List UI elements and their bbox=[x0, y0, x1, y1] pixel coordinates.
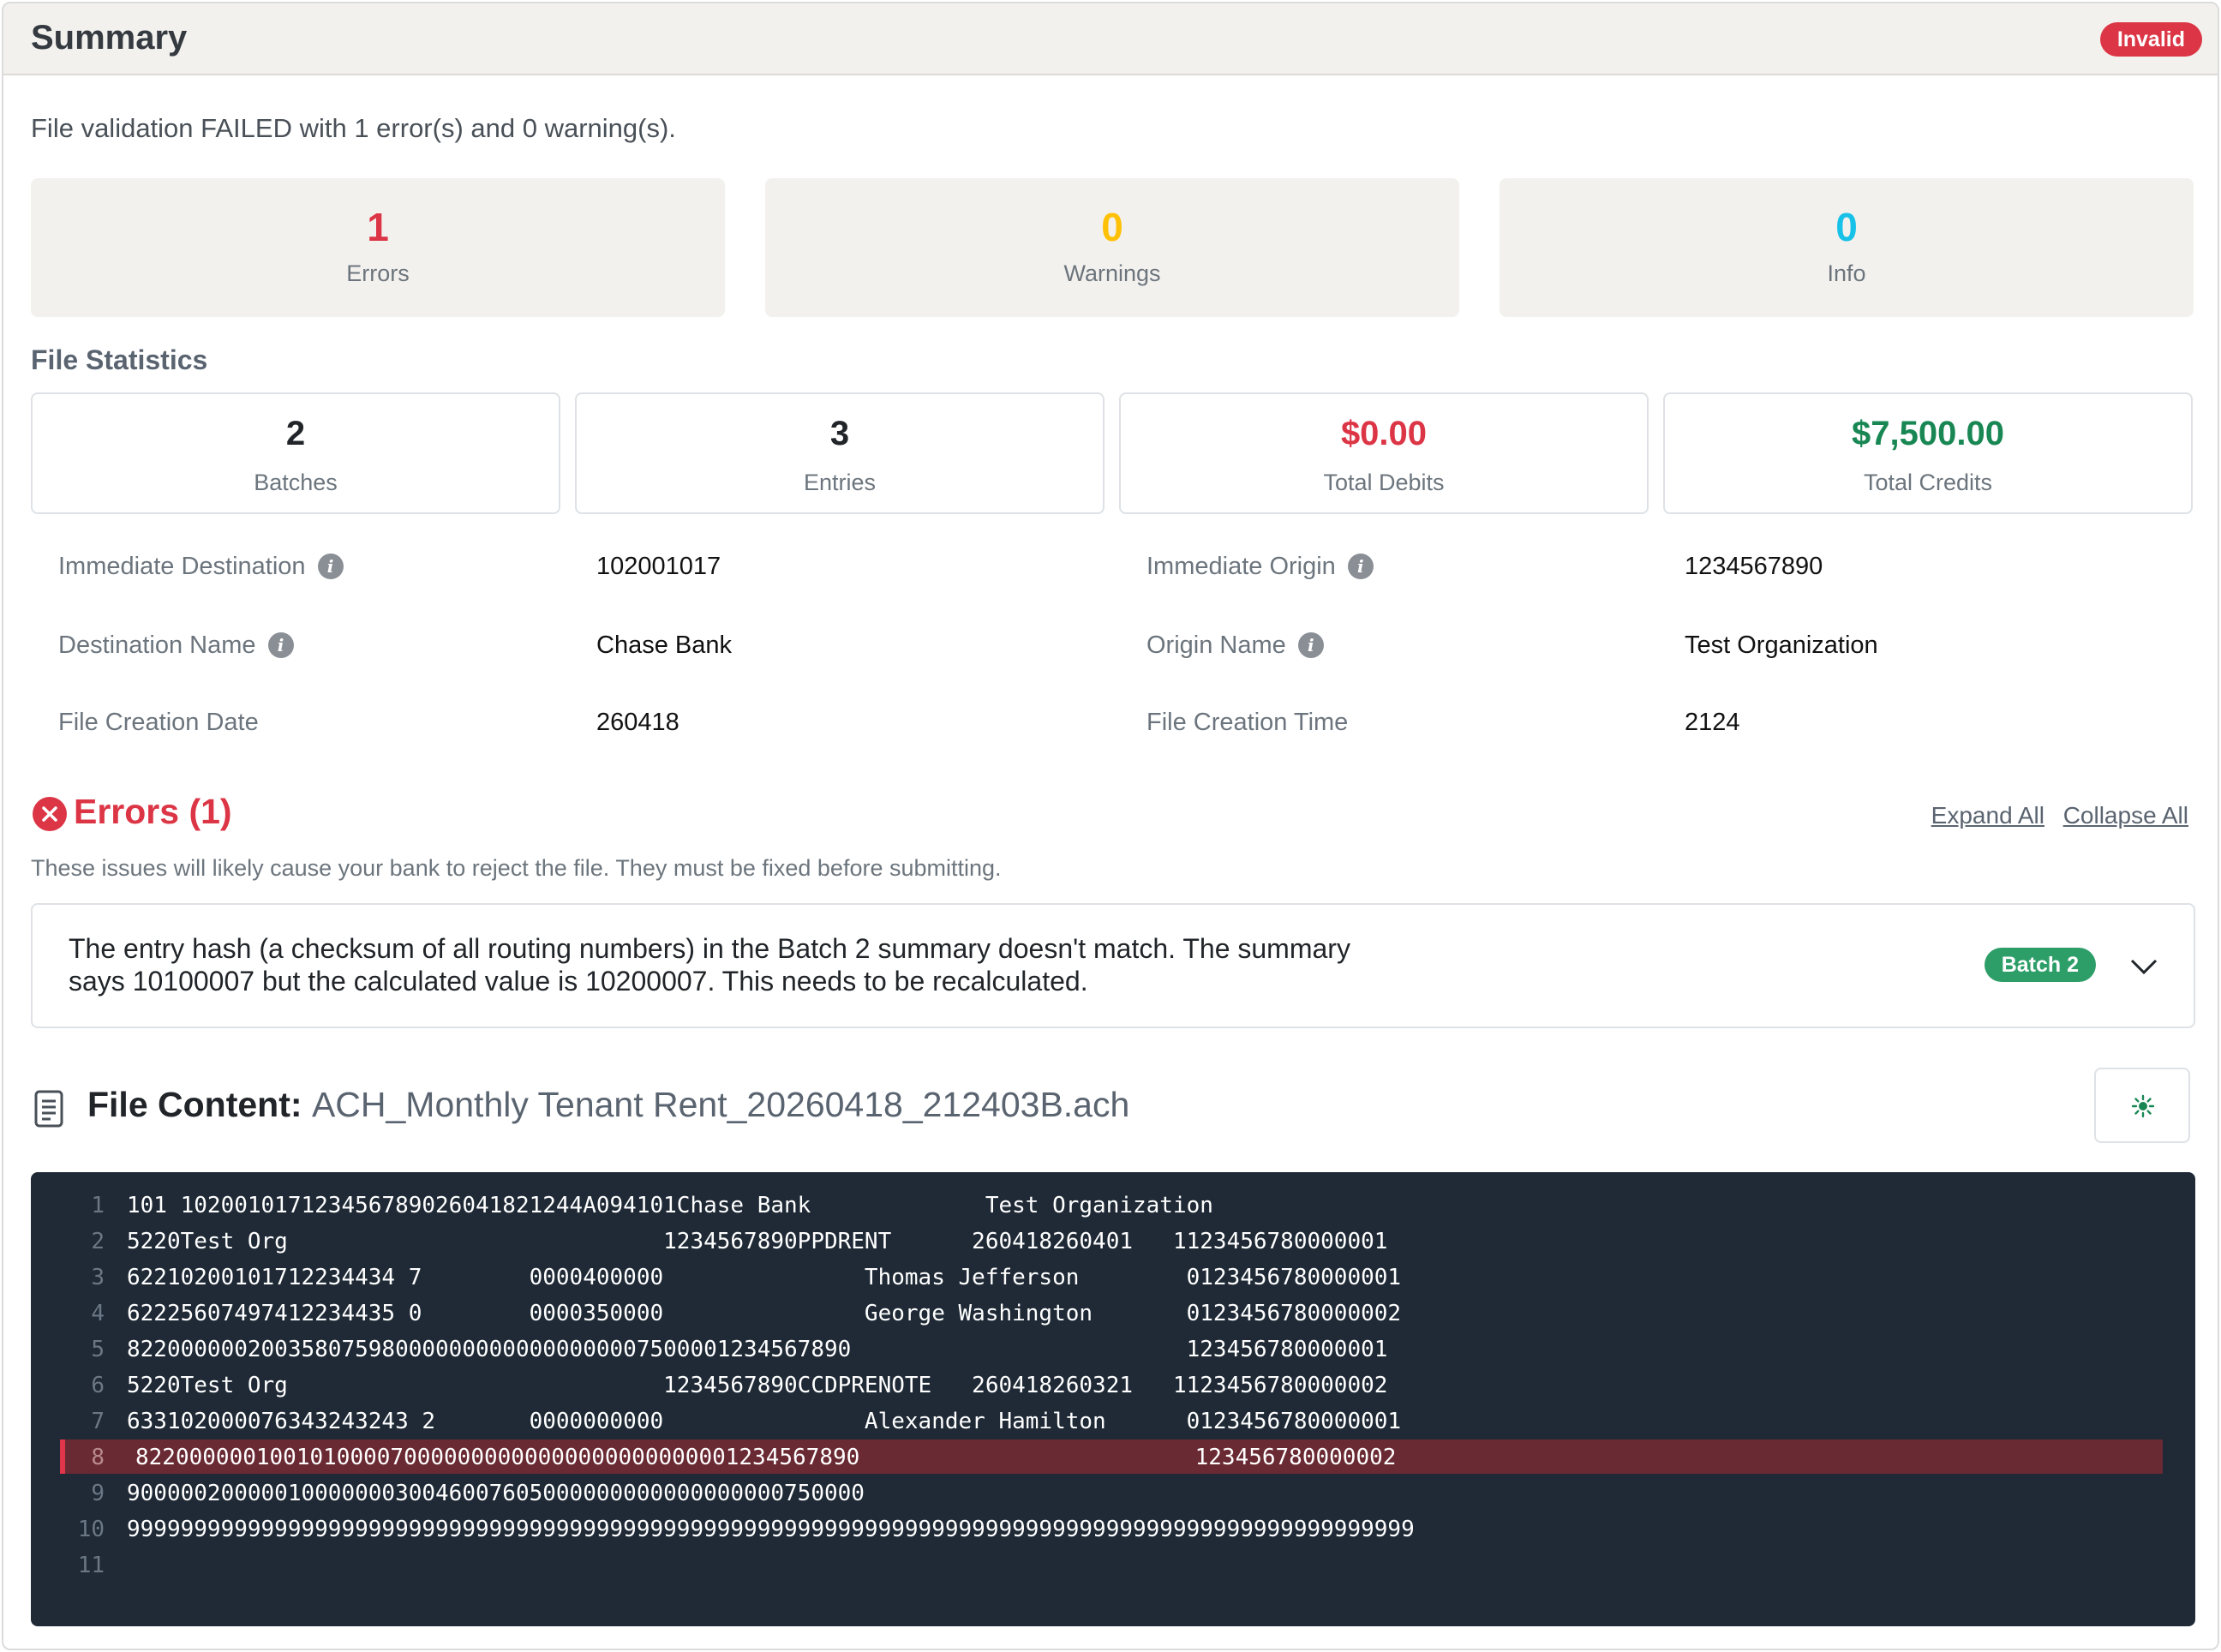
entries-value: 3 bbox=[829, 415, 850, 452]
line-number: 6 bbox=[91, 1373, 105, 1398]
batches-value: 2 bbox=[285, 415, 306, 452]
summary-header: Summary Invalid bbox=[3, 3, 2218, 75]
code-line-highlighted: 8 822000000100101000070000000000000000000… bbox=[60, 1440, 2163, 1474]
total-credits-stat: $7,500.00 Total Credits bbox=[1663, 392, 2193, 514]
code-line: 1 101 102001017123456789026041821244A0941… bbox=[31, 1188, 2195, 1222]
file-creation-time-value: 2124 bbox=[1685, 709, 1740, 736]
errors-count-label: Errors bbox=[346, 260, 410, 286]
batch-badge: Batch 2 bbox=[1984, 948, 2096, 982]
code-line-text: 633102000076343243243 2 0000000000 Alexa… bbox=[127, 1409, 1402, 1434]
code-line-text: 9999999999999999999999999999999999999999… bbox=[127, 1517, 1415, 1542]
line-number: 3 bbox=[91, 1265, 105, 1290]
destination-name-value: Chase Bank bbox=[596, 631, 732, 659]
code-line-text: 62225607497412234435 0 0000350000 George… bbox=[127, 1301, 1402, 1326]
file-creation-time-label: File Creation Time bbox=[1146, 709, 1349, 736]
code-line-text: 101 102001017123456789026041821244A09410… bbox=[127, 1193, 1213, 1218]
code-line-text: 62210200101712234434 7 0000400000 Thomas… bbox=[127, 1265, 1402, 1290]
info-count-label: Info bbox=[1827, 260, 1866, 286]
batches-stat: 2 Batches bbox=[31, 392, 560, 514]
code-line-text: 5220Test Org 1234567890PPDRENT 260418260… bbox=[127, 1229, 1388, 1254]
code-line: 7 633102000076343243243 2 0000000000 Alex… bbox=[31, 1404, 2195, 1438]
code-line-text: 5220Test Org 1234567890CCDPRENOTE 260418… bbox=[127, 1373, 1388, 1398]
errors-description: These issues will likely cause your bank… bbox=[31, 855, 1002, 881]
file-text-icon bbox=[34, 1090, 63, 1128]
file-statistics-title: File Statistics bbox=[31, 344, 208, 375]
code-line: 10 99999999999999999999999999999999999999… bbox=[31, 1511, 2195, 1546]
warnings-count: 0 bbox=[1101, 205, 1123, 249]
error-item[interactable]: The entry hash (a checksum of all routin… bbox=[31, 903, 2195, 1028]
error-message: The entry hash (a checksum of all routin… bbox=[69, 933, 1350, 997]
code-line: 4 62225607497412234435 0 0000350000 Georg… bbox=[31, 1296, 2195, 1330]
immediate-destination-label: Immediate Destination i bbox=[58, 553, 344, 581]
code-line: 6 5220Test Org 1234567890CCDPRENOTE 26041… bbox=[31, 1368, 2195, 1402]
info-icon[interactable]: i bbox=[1297, 632, 1324, 658]
destination-name-label: Destination Name i bbox=[58, 631, 294, 660]
code-line: 9 900000200000100000003004600760500000000… bbox=[31, 1475, 2195, 1510]
code-line-text: 8220000002003580759800000000000000000075… bbox=[127, 1337, 1388, 1362]
errors-count: 1 bbox=[367, 205, 389, 249]
line-number: 2 bbox=[91, 1229, 105, 1254]
warnings-count-label: Warnings bbox=[1063, 260, 1161, 286]
errors-section-title: Errors (1) bbox=[74, 792, 232, 831]
total-debits-value: $0.00 bbox=[1340, 415, 1428, 452]
code-line: 5 822000000200358075980000000000000000007… bbox=[31, 1332, 2195, 1366]
total-credits-label: Total Credits bbox=[1863, 470, 1993, 495]
file-creation-date-value: 260418 bbox=[596, 709, 679, 736]
errors-count-box: 1 Errors bbox=[31, 178, 725, 317]
x-circle-icon bbox=[33, 797, 67, 831]
immediate-origin-value: 1234567890 bbox=[1685, 553, 1823, 580]
line-number: 5 bbox=[91, 1337, 105, 1362]
entries-stat: 3 Entries bbox=[575, 392, 1105, 514]
theme-toggle-button[interactable] bbox=[2094, 1068, 2190, 1143]
immediate-destination-value: 102001017 bbox=[596, 553, 721, 580]
file-content-title: File Content: ACH_Monthly Tenant Rent_20… bbox=[87, 1085, 1130, 1124]
status-badge: Invalid bbox=[2099, 22, 2202, 57]
line-number: 11 bbox=[77, 1553, 105, 1578]
info-icon[interactable]: i bbox=[1347, 554, 1374, 579]
code-line: 2 5220Test Org 1234567890PPDRENT 26041826… bbox=[31, 1224, 2195, 1258]
line-number: 9 bbox=[91, 1481, 105, 1506]
info-icon[interactable]: i bbox=[267, 632, 294, 658]
info-count: 0 bbox=[1835, 205, 1858, 249]
total-debits-stat: $0.00 Total Debits bbox=[1119, 392, 1649, 514]
chevron-down-icon[interactable] bbox=[2128, 951, 2159, 982]
line-number: 4 bbox=[91, 1301, 105, 1326]
code-line: 3 62210200101712234434 7 0000400000 Thoma… bbox=[31, 1260, 2195, 1294]
code-line-text: 8220000001001010000700000000000000000000… bbox=[135, 1445, 1397, 1470]
origin-name-value: Test Organization bbox=[1685, 631, 1878, 659]
summary-title: Summary bbox=[31, 19, 188, 57]
line-number: 1 bbox=[91, 1193, 105, 1218]
warnings-count-box: 0 Warnings bbox=[765, 178, 1459, 317]
summary-card: Summary Invalid File validation FAILED w… bbox=[2, 2, 2219, 1650]
total-credits-value: $7,500.00 bbox=[1852, 415, 2004, 452]
info-icon[interactable]: i bbox=[317, 554, 344, 579]
code-line-text: 9000002000001000000030046007605000000000… bbox=[127, 1481, 865, 1506]
total-debits-label: Total Debits bbox=[1323, 470, 1445, 495]
file-creation-date-label: File Creation Date bbox=[58, 709, 259, 736]
batches-label: Batches bbox=[254, 470, 338, 495]
line-number: 7 bbox=[91, 1409, 105, 1434]
file-content-viewer: 1 101 102001017123456789026041821244A0941… bbox=[31, 1172, 2195, 1626]
origin-name-label: Origin Name i bbox=[1146, 631, 1324, 660]
validation-summary-text: File validation FAILED with 1 error(s) a… bbox=[31, 113, 676, 143]
line-number: 10 bbox=[77, 1517, 105, 1542]
file-name: ACH_Monthly Tenant Rent_20260418_212403B… bbox=[311, 1085, 1130, 1124]
entries-label: Entries bbox=[803, 470, 877, 495]
code-line: 11 bbox=[31, 1547, 2195, 1582]
info-count-box: 0 Info bbox=[1500, 178, 2194, 317]
expand-all-link[interactable]: Expand All bbox=[1931, 802, 2044, 829]
immediate-origin-label: Immediate Origin i bbox=[1146, 553, 1374, 581]
collapse-all-link[interactable]: Collapse All bbox=[2063, 802, 2188, 829]
sun-icon bbox=[2131, 1094, 2155, 1118]
line-number: 8 bbox=[91, 1445, 105, 1470]
